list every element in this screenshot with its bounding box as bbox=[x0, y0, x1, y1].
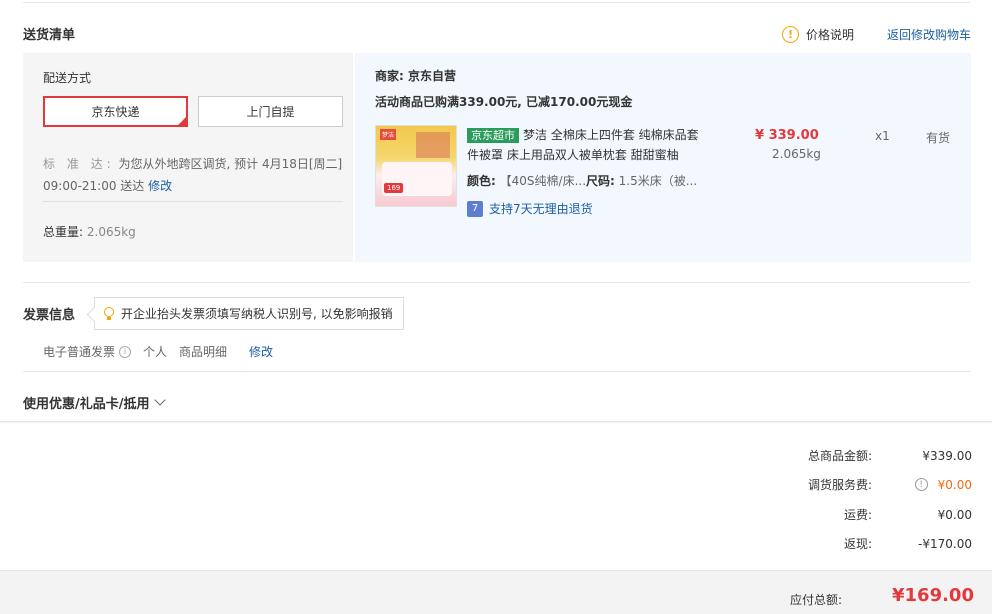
invoice-edit-link[interactable]: 修改 bbox=[249, 343, 273, 360]
back-to-cart-link[interactable]: 返回修改购物车 bbox=[887, 26, 971, 43]
shipping-method-label: 配送方式 bbox=[43, 71, 92, 85]
shipping-option-jd-express[interactable]: 京东快递 ✓ bbox=[43, 96, 188, 127]
delivery-edit-link[interactable]: 修改 bbox=[148, 179, 172, 193]
total-weight-value: 2.065kg bbox=[86, 225, 136, 239]
shipping-option-pickup[interactable]: 上门自提 bbox=[198, 96, 343, 127]
price-note-label: 价格说明 bbox=[806, 28, 855, 42]
return-policy-text: 支持7天无理由退货 bbox=[489, 202, 593, 216]
summary-value-wrap: ! ¥0.00 bbox=[872, 478, 972, 492]
product-name[interactable]: 京东超市 梦洁 全棉床上四件套 纯棉床品套件被罩 床上用品双人被单枕套 甜甜蜜柚 bbox=[467, 125, 707, 165]
product-thumbnail[interactable]: 梦洁 169 bbox=[375, 125, 457, 207]
invoice-details: 电子普通发票 i 个人 商品明细 修改 bbox=[43, 343, 273, 360]
section-divider bbox=[23, 371, 970, 372]
price-note-link[interactable]: ! 价格说明 bbox=[782, 26, 854, 43]
total-weight-label: 总重量: bbox=[43, 225, 84, 239]
summary-row-goods-total: 总商品金额: ¥339.00 bbox=[712, 447, 972, 464]
summary-label: 运费: bbox=[843, 508, 872, 522]
size-value: 1.5米床（被... bbox=[618, 174, 698, 188]
summary-value: ¥0.00 bbox=[937, 477, 972, 492]
shipping-option-label: 上门自提 bbox=[246, 105, 295, 119]
thumb-price-tag: 169 bbox=[384, 183, 404, 193]
coupon-title: 使用优惠/礼品卡/抵用 bbox=[23, 397, 150, 412]
size-label: 尺码: bbox=[586, 174, 615, 188]
chevron-down-icon bbox=[153, 394, 166, 406]
invoice-tip: 开企业抬头发票须填写纳税人识别号, 以免影响报销 bbox=[94, 297, 404, 330]
product-weight: 2.065kg bbox=[772, 147, 821, 161]
stock-status: 有货 bbox=[926, 131, 951, 145]
info-icon[interactable]: i bbox=[119, 345, 132, 358]
invoice-title: 发票信息 bbox=[23, 308, 76, 323]
merchant-name: 商家: 京东自营 bbox=[375, 69, 456, 83]
return-policy: 7 支持7天无理由退货 bbox=[467, 200, 593, 217]
summary-label: 总商品金额: bbox=[807, 449, 872, 463]
lightbulb-icon bbox=[103, 306, 115, 321]
summary-label: 调货服务费: bbox=[807, 478, 872, 492]
order-card: 送货清单 ! 价格说明 返回修改购物车 配送方式 京东快递 ✓ 上门自提 标 准… bbox=[0, 0, 992, 422]
total-payable-label: 应付总额: bbox=[790, 593, 843, 607]
product-quantity: x1 bbox=[875, 129, 890, 143]
summary-row-cashback: 返现: -¥170.00 bbox=[712, 535, 972, 552]
total-payable-value: ¥169.00 bbox=[892, 585, 974, 606]
thumb-brand-tag: 梦洁 bbox=[380, 129, 397, 140]
order-summary: 总商品金额: ¥339.00 调货服务费: ! ¥0.00 运费: ¥0.00 … bbox=[0, 423, 992, 570]
coupon-toggle[interactable]: 使用优惠/礼品卡/抵用 bbox=[23, 393, 166, 412]
check-icon: ✓ bbox=[179, 117, 185, 125]
seven-day-return-icon: 7 bbox=[467, 200, 483, 217]
summary-value: ¥0.00 bbox=[937, 507, 972, 522]
promo-text: 活动商品已购满339.00元, 已减170.00元现金 bbox=[375, 95, 633, 109]
info-icon[interactable]: ! bbox=[914, 478, 928, 491]
shipping-panel: 配送方式 京东快递 ✓ 上门自提 标 准 达: 为您从外地跨区调货, 预计 4月… bbox=[23, 53, 353, 262]
invoice-content: 商品明细 bbox=[179, 345, 228, 359]
shipping-option-label: 京东快递 bbox=[91, 105, 140, 119]
invoice-tip-text: 开企业抬头发票须填写纳税人识别号, 以免影响报销 bbox=[121, 307, 393, 321]
product-price: ¥ 339.00 bbox=[755, 128, 819, 143]
goods-panel: 商家: 京东自营 活动商品已购满339.00元, 已减170.00元现金 梦洁 … bbox=[355, 53, 971, 262]
color-value: 【40S纯棉/床... bbox=[499, 174, 587, 188]
color-label: 颜色: bbox=[467, 174, 496, 188]
summary-label: 返现: bbox=[843, 537, 872, 551]
summary-row-service-fee: 调货服务费: ! ¥0.00 bbox=[712, 476, 972, 493]
thumb-wall-art bbox=[416, 132, 450, 158]
standard-delivery-label: 标 准 达: bbox=[43, 157, 115, 171]
invoice-type: 电子普通发票 i bbox=[43, 343, 132, 360]
invoice-type-label: 电子普通发票 bbox=[43, 345, 116, 359]
section-divider bbox=[23, 282, 970, 283]
delivery-list-title: 送货清单 bbox=[23, 28, 76, 43]
shipping-divider bbox=[43, 201, 343, 202]
top-divider bbox=[23, 2, 970, 3]
jd-supermarket-tag: 京东超市 bbox=[467, 128, 519, 143]
payment-footer: 应付总额: ¥169.00 bbox=[0, 570, 992, 614]
warning-icon: ! bbox=[782, 26, 799, 43]
summary-row-freight: 运费: ¥0.00 bbox=[712, 506, 972, 523]
product-attributes: 颜色: 【40S纯棉/床...尺码: 1.5米床（被... bbox=[467, 172, 702, 189]
invoice-holder: 个人 bbox=[143, 345, 168, 359]
summary-value: -¥170.00 bbox=[918, 536, 972, 551]
summary-value: ¥339.00 bbox=[922, 448, 972, 463]
total-weight: 总重量: 2.065kg bbox=[43, 223, 136, 240]
standard-delivery-info: 标 准 达: 为您从外地跨区调货, 预计 4月18日[周二] 09:00-21:… bbox=[43, 153, 348, 197]
